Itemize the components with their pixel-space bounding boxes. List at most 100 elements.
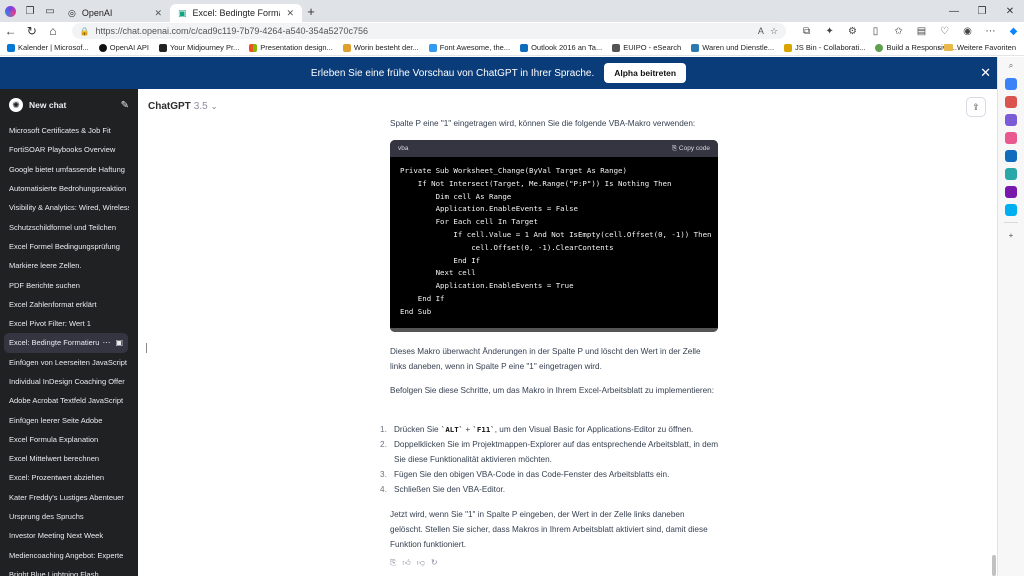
address-bar-row: ← ↻ ⌂ 🔒 https://chat.openai.com/c/cad9c1… xyxy=(0,22,1024,40)
sidebar-chat-item[interactable]: Excel Formel Bedingungsprüfung xyxy=(0,237,138,256)
assistant-paragraph-2: Befolgen Sie diese Schritte, um das Makr… xyxy=(390,386,715,395)
close-icon[interactable]: ✕ xyxy=(980,65,991,81)
join-alpha-button[interactable]: Alpha beitreten xyxy=(604,63,687,83)
sidebar-chat-item[interactable]: Adobe Acrobat Textfeld JavaScript xyxy=(0,391,138,410)
chat-title: Google bietet umfassende Haftung xyxy=(9,164,125,174)
sidebar-chat-item[interactable]: Automatisierte Bedrohungsreaktion xyxy=(0,179,138,198)
new-tab-button[interactable]: + xyxy=(302,4,320,19)
split-screen-icon[interactable]: ▯ xyxy=(865,26,886,37)
favorite-star-icon[interactable]: ☆ xyxy=(770,26,778,37)
list-item: Doppelklicken Sie im Projektmappen-Explo… xyxy=(394,440,719,464)
sidebar-chat-item[interactable]: Excel Formula Explanation xyxy=(0,430,138,449)
bookmark-outlook[interactable]: Outlook 2016 an Ta... xyxy=(517,43,605,52)
sidebar-chat-item[interactable]: Individual InDesign Coaching Offer xyxy=(0,372,138,391)
sidebar-chat-item[interactable]: Microsoft Certificates & Job Fit xyxy=(0,121,138,140)
close-tab-icon[interactable]: ✕ xyxy=(154,8,162,19)
profile-icon[interactable] xyxy=(0,0,20,22)
shopping-tag-icon[interactable] xyxy=(1005,78,1017,90)
outlook-icon xyxy=(520,43,529,52)
favorites-icon[interactable]: ✩ xyxy=(888,26,909,37)
collections-icon[interactable]: ▤ xyxy=(911,26,932,37)
more-icon[interactable]: ⋯ xyxy=(102,338,110,347)
new-chat-button[interactable]: ✺ New chat ✎ xyxy=(0,89,138,121)
restore-icon[interactable]: ❐ xyxy=(968,0,996,22)
extension-puzzle-icon[interactable]: ✦ xyxy=(819,26,840,37)
sidebar-chat-item[interactable]: Ursprung des Spruchs xyxy=(0,507,138,526)
sidebar-resize-handle[interactable] xyxy=(146,343,147,353)
folder-icon xyxy=(943,44,953,51)
code-line: cell.Offset(0, -1).ClearContents xyxy=(400,242,614,252)
tab-excel-chat[interactable]: ▣ Excel: Bedingte Formatierung un ✕ xyxy=(170,4,302,22)
thumbs-up-icon[interactable]: 👍︎ xyxy=(402,558,410,568)
close-window-icon[interactable]: ✕ xyxy=(996,0,1024,22)
outlook-icon[interactable] xyxy=(1005,150,1017,162)
sidebar-chat-item[interactable]: Kater Freddy's Lustiges Abenteuer xyxy=(0,488,138,507)
read-aloud-icon[interactable]: A xyxy=(758,26,764,36)
bookmark-jsbin[interactable]: JS Bin - Collaborati... xyxy=(781,43,868,52)
tab-openai[interactable]: ◎ OpenAI ✕ xyxy=(60,4,170,22)
copy-code-button[interactable]: ⎘ Copy code xyxy=(672,145,710,153)
search-icon[interactable]: ⌕ xyxy=(1005,60,1017,72)
bookmark-kalender[interactable]: Kalender | Microsof... xyxy=(4,43,92,52)
sidebar-chat-item[interactable]: Excel: Prozentwert abziehen xyxy=(0,468,138,487)
extensions-icon[interactable]: ⧉ xyxy=(796,26,817,37)
sidebar-chat-item[interactable]: FortiSOAR Playbooks Overview xyxy=(0,140,138,159)
chat-title: Excel Mittelwert berechnen xyxy=(9,454,100,464)
other-favorites[interactable]: › Weitere Favoriten xyxy=(937,43,1016,52)
microsoft-365-icon[interactable] xyxy=(1005,132,1017,144)
refresh-icon[interactable]: ↻ xyxy=(21,24,42,38)
edit-icon[interactable]: ✎ xyxy=(121,100,129,111)
bookmark-worin[interactable]: Worin besteht der... xyxy=(340,43,422,52)
more-options-icon[interactable]: ⋯ xyxy=(980,26,1001,37)
sidebar-chat-item[interactable]: Bright Blue Lightning Flash xyxy=(0,565,138,576)
copilot-icon[interactable]: ◆ xyxy=(1003,26,1024,37)
tab-actions-icon[interactable]: ▭ xyxy=(40,0,60,22)
bookmark-waren[interactable]: Waren und Dienstle... xyxy=(688,43,777,52)
drop-icon[interactable] xyxy=(1005,168,1017,180)
close-tab-icon[interactable]: ✕ xyxy=(286,8,294,19)
games-icon[interactable] xyxy=(1005,114,1017,126)
sidebar-chat-item[interactable]: Markiere leere Zellen. xyxy=(0,256,138,275)
toolbox-icon[interactable] xyxy=(1005,96,1017,108)
sidebar-chat-item[interactable]: Excel: Bedingte Formatierung ⋯ ▣ xyxy=(4,333,128,353)
chat-title: Mediencoaching Angebot: Experte xyxy=(9,550,124,560)
skype-icon[interactable] xyxy=(1005,204,1017,216)
url-field[interactable]: 🔒 https://chat.openai.com/c/cad9c119-7b7… xyxy=(71,23,787,39)
back-icon[interactable]: ← xyxy=(0,24,21,38)
bookmark-euipo[interactable]: EUIPO - eSearch xyxy=(609,43,684,52)
page-scrollbar[interactable] xyxy=(992,555,996,576)
code-horizontal-scrollbar[interactable] xyxy=(390,328,718,332)
bookmark-font-awesome[interactable]: Font Awesome, the... xyxy=(426,43,513,52)
minimize-icon[interactable]: — xyxy=(940,0,968,22)
sidebar-chat-item[interactable]: Einfügen von Leerseiten JavaScript xyxy=(0,353,138,372)
onenote-icon[interactable] xyxy=(1005,186,1017,198)
add-icon[interactable]: + xyxy=(1005,229,1017,241)
chat-title: Excel Formula Explanation xyxy=(9,434,99,444)
model-selector[interactable]: ChatGPT 3.5 ⌄ xyxy=(148,101,217,112)
sidebar-chat-item[interactable]: Investor Meeting Next Week xyxy=(0,526,138,545)
copy-icon[interactable]: ⎘ xyxy=(390,558,396,568)
archive-icon[interactable]: ▣ xyxy=(115,338,123,347)
sidebar-chat-item[interactable]: Excel Zahlenformat erklärt xyxy=(0,295,138,314)
chatgpt-favicon-icon: ▣ xyxy=(178,7,187,18)
profile-avatar-icon[interactable]: ◉ xyxy=(957,26,978,37)
sidebar-chat-item[interactable]: Schutzschildformel und Teilchen xyxy=(0,217,138,236)
sidebar-chat-item[interactable]: Einfügen leerer Seite Adobe xyxy=(0,410,138,429)
share-button[interactable]: ⇪ xyxy=(966,97,986,117)
home-icon[interactable]: ⌂ xyxy=(42,24,63,38)
regenerate-icon[interactable]: ↻ xyxy=(431,558,438,568)
sidebar-chat-item[interactable]: Google bietet umfassende Haftung xyxy=(0,160,138,179)
message-actions: ⎘ 👍︎ 👎︎ ↻ xyxy=(390,558,438,568)
sidebar-chat-item[interactable]: Excel Pivot Filter: Wert 1 xyxy=(0,314,138,333)
bookmark-presentation[interactable]: Presentation design... xyxy=(246,43,336,52)
sidebar-chat-item[interactable]: PDF Berichte suchen xyxy=(0,275,138,294)
workspaces-icon[interactable]: ❐ xyxy=(20,0,40,22)
thumbs-down-icon[interactable]: 👎︎ xyxy=(417,558,425,568)
sidebar-chat-item[interactable]: Mediencoaching Angebot: Experte xyxy=(0,546,138,565)
browser-essentials-icon[interactable]: ♡ xyxy=(934,26,955,37)
sidebar-chat-item[interactable]: Excel Mittelwert berechnen xyxy=(0,449,138,468)
extension-icon[interactable]: ⚙ xyxy=(842,26,863,37)
bookmark-openai-api[interactable]: OpenAI API xyxy=(96,43,152,52)
bookmark-midjourney[interactable]: Your Midjourney Pr... xyxy=(156,43,242,52)
sidebar-chat-item[interactable]: Visibility & Analytics: Wired, Wireless xyxy=(0,198,138,217)
